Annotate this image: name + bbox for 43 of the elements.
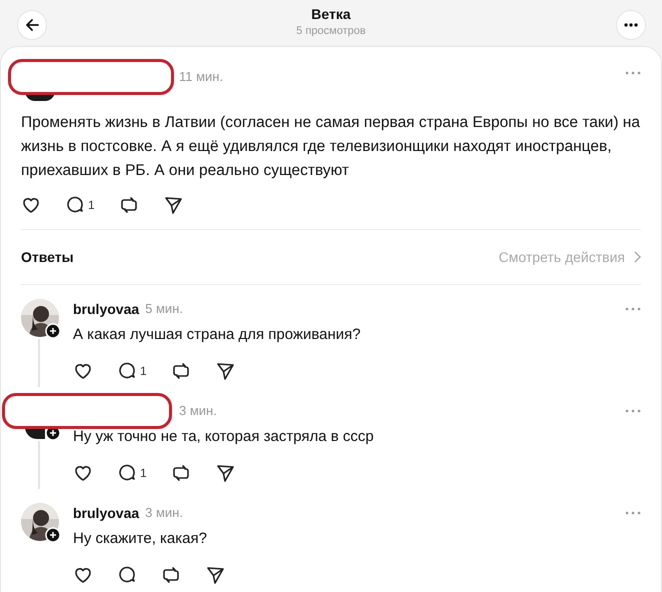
username[interactable]: brulyovaa <box>73 299 140 319</box>
repost-icon[interactable] <box>170 463 191 483</box>
more-icon[interactable] <box>625 511 641 515</box>
reply-count: 1 <box>140 364 147 378</box>
share-icon[interactable] <box>205 565 225 585</box>
comment-icon[interactable] <box>117 463 137 483</box>
follow-plus-icon[interactable] <box>45 527 61 543</box>
share-icon[interactable] <box>214 361 235 381</box>
page-title: Ветка <box>310 5 352 23</box>
reply-text: Ну уж точно не та, которая застряла в ссср <box>73 427 375 447</box>
like-icon[interactable] <box>21 195 41 215</box>
reply-time: 3 мин. <box>145 504 183 522</box>
chevron-icon <box>633 251 641 263</box>
comment-icon[interactable] <box>65 195 85 215</box>
share-icon[interactable] <box>214 463 235 483</box>
view-count: 5 просмотров <box>296 24 366 39</box>
like-icon[interactable] <box>73 361 93 381</box>
comment-icon[interactable] <box>117 565 137 585</box>
more-icon[interactable] <box>625 307 641 311</box>
reply-text: Ну скажите, какая? <box>73 529 208 549</box>
repost-icon[interactable] <box>118 195 139 215</box>
follow-plus-icon[interactable] <box>45 323 61 339</box>
replies-heading: Ответы <box>21 249 74 265</box>
reply-time: 3 мин. <box>179 402 217 420</box>
more-button[interactable] <box>616 10 646 40</box>
back-arrow-icon <box>25 18 39 32</box>
reply-time: 5 мин. <box>145 300 183 318</box>
share-icon[interactable] <box>162 195 183 215</box>
more-icon[interactable] <box>625 71 641 75</box>
back-button[interactable] <box>17 10 47 40</box>
reply-count: 1 <box>88 198 95 212</box>
post-text: Променять жизнь в Латвии (согласен не самая первая страна Европы но все таки) на жизнь в постсовке. А я ещё удивлялся где телевизионщики находят иностранцев, приехавших в РБ. А они реально существуют <box>21 113 641 181</box>
repost-icon[interactable] <box>170 361 191 381</box>
repost-icon[interactable] <box>161 565 181 585</box>
reply-text: А какая лучшая страна для проживания? <box>73 325 362 345</box>
comment-icon[interactable] <box>117 361 137 381</box>
username[interactable]: brulyovaa <box>73 503 140 523</box>
reply-count: 1 <box>140 466 147 480</box>
like-icon[interactable] <box>73 565 93 585</box>
post-time: 11 мин. <box>179 68 224 86</box>
more-icon <box>624 23 638 27</box>
like-icon[interactable] <box>73 463 93 483</box>
more-icon[interactable] <box>625 409 641 413</box>
